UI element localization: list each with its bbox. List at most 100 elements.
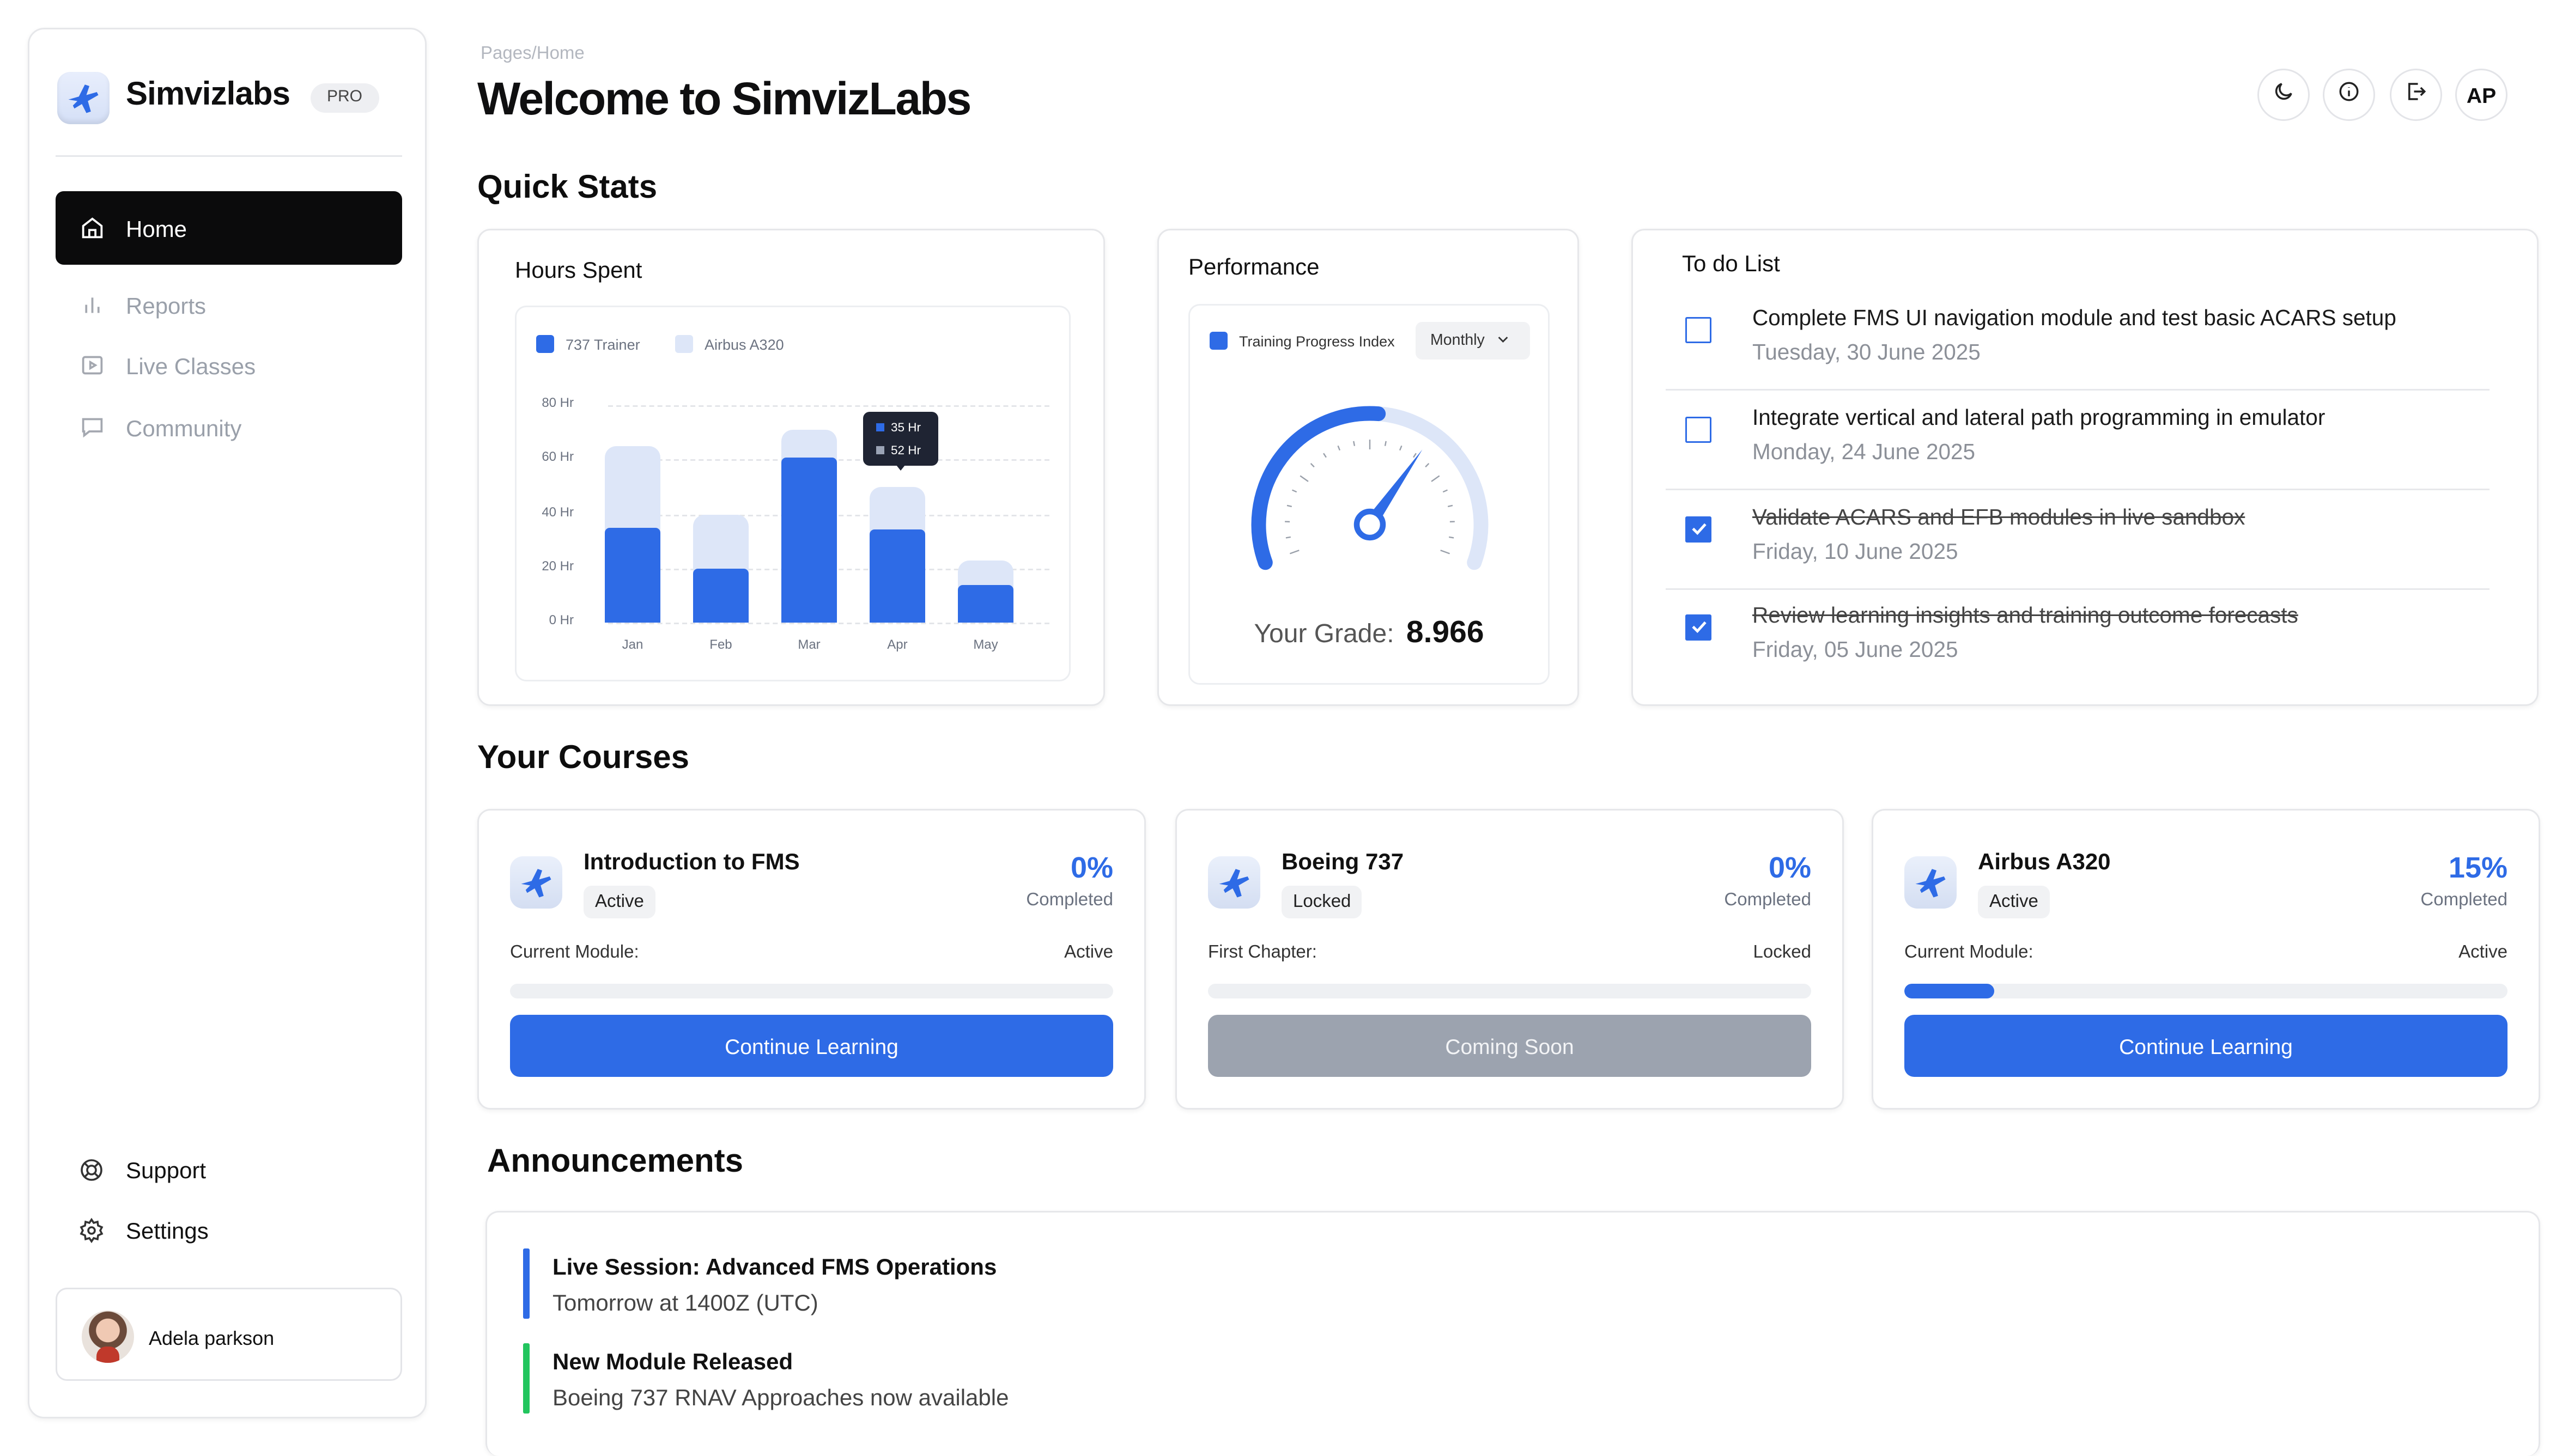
course-progress-bar [1904,984,2508,998]
sidebar-item-label: Home [126,215,187,241]
chart-tooltip: 35 Hr 52 Hr [863,412,938,466]
bar-chart-icon [78,292,105,318]
gauge-tick [1425,464,1429,467]
gauge-tick [1413,453,1416,458]
course-percent-label: Completed [1026,891,1113,910]
announcement-body: Tomorrow at 1400Z (UTC) [552,1289,818,1315]
sidebar-item-community[interactable]: Community [56,391,402,464]
todo-checkbox[interactable] [1685,614,1711,641]
hours-spent-title: Hours Spent [515,257,642,283]
y-tick-label: 80 Hr [542,395,574,410]
course-percent-label: Completed [2420,891,2508,910]
period-select[interactable]: Monthly [1416,322,1530,360]
gauge-hub [1357,511,1383,538]
info-button[interactable] [2323,69,2375,121]
gauge-tick [1323,453,1326,458]
user-card[interactable]: Adela parkson [56,1288,402,1381]
dark-mode-button[interactable] [2257,69,2310,121]
quick-stats-heading: Quick Stats [477,170,657,208]
info-icon [2338,80,2360,111]
course-progress-bar [1208,984,1811,998]
announcement-accent-bar [523,1248,530,1319]
course-status-badge: Active [1978,886,2050,918]
course-card: Boeing 737 Locked 0% Completed First Cha… [1175,809,1844,1110]
grade-row: Your Grade: 8.966 [1190,616,1548,652]
gauge-fill [1259,413,1379,563]
module-state: Locked [1753,943,1811,962]
gauge-tick [1400,446,1401,450]
sidebar-item-label: Support [126,1156,206,1183]
sidebar-item-label: Reports [126,292,206,318]
grid-line [608,623,1049,624]
sidebar-item-label: Settings [126,1217,209,1243]
bar-737-trainer[interactable] [605,527,660,623]
sidebar-divider [56,155,402,157]
course-progress-fill [1904,984,1995,998]
sidebar-item-home[interactable]: Home [56,191,402,265]
period-select-value: Monthly [1430,332,1485,350]
gauge-tick [1441,550,1450,553]
course-status-badge: Active [584,886,655,918]
course-title: Airbus A320 [1978,848,2111,874]
y-tick-label: 20 Hr [542,558,574,573]
logout-icon [2405,80,2427,111]
todo-checkbox[interactable] [1685,317,1711,343]
chat-icon [78,415,105,441]
performance-card: Performance Training Progress Index Mont… [1157,229,1579,706]
gauge-tick [1311,464,1314,467]
course-title: Boeing 737 [1282,848,1404,874]
sidebar-item-settings[interactable]: Settings [56,1193,402,1266]
course-card: Introduction to FMS Active 0% Completed … [477,809,1146,1110]
course-status-badge: Locked [1282,886,1362,918]
todo-item-date: Monday, 24 June 2025 [1752,440,1975,464]
plane-icon [1208,856,1260,909]
breadcrumb[interactable]: Pages/Home [481,44,585,64]
course-progress-bar [510,984,1113,998]
sidebar-item-label: Community [126,415,241,441]
moon-icon [2272,80,2295,111]
avatar [82,1311,134,1363]
todo-item-date: Tuesday, 30 June 2025 [1752,340,1981,364]
logout-button[interactable] [2390,69,2442,121]
performance-legend: Training Progress Index [1210,332,1395,350]
todo-checkbox[interactable] [1685,417,1711,443]
plane-icon [510,856,562,909]
module-state: Active [2458,943,2508,962]
announcements-heading: Announcements [487,1144,743,1181]
grade-value: 8.966 [1406,616,1484,650]
y-tick-label: 40 Hr [542,504,574,519]
continue-learning-button[interactable]: Continue Learning [1904,1015,2508,1077]
x-tick-label: Mar [776,637,842,652]
todo-title: To do List [1682,250,1780,276]
gauge-tick [1338,446,1340,450]
todo-item-date: Friday, 10 June 2025 [1752,539,1958,564]
gauge-tick [1300,476,1308,482]
grid-line [608,405,1049,407]
brand-name: Simvizlabs [126,77,290,114]
gauge-tick [1443,490,1447,492]
coming-soon-button[interactable]: Coming Soon [1208,1015,1811,1077]
check-icon [1688,616,1709,637]
gauge-tick [1431,476,1440,482]
bar-737-trainer[interactable] [781,457,837,623]
gauge-tick [1287,505,1292,507]
todo-item: Validate ACARS and EFB modules in live s… [1666,490,2490,590]
brand-logo-icon [57,72,110,124]
course-percent-label: Completed [1724,891,1811,910]
x-tick-label: May [953,637,1018,652]
todo-checkbox[interactable] [1685,516,1711,543]
todo-item: Integrate vertical and lateral path prog… [1666,391,2490,490]
profile-avatar-button[interactable]: AP [2455,69,2508,121]
gauge-tick [1286,537,1291,538]
gauge-tick [1385,441,1386,446]
continue-learning-button[interactable]: Continue Learning [510,1015,1113,1077]
bar-737-trainer[interactable] [693,568,749,623]
bar-737-trainer[interactable] [958,584,1013,623]
tooltip-value: 52 Hr [891,443,921,458]
performance-title: Performance [1188,253,1319,279]
bar-737-trainer[interactable] [870,530,925,623]
play-video-icon [78,352,105,379]
gauge-tick [1290,550,1299,553]
announcement-title: New Module Released [552,1348,793,1374]
todo-item: Complete FMS UI navigation module and te… [1666,291,2490,391]
